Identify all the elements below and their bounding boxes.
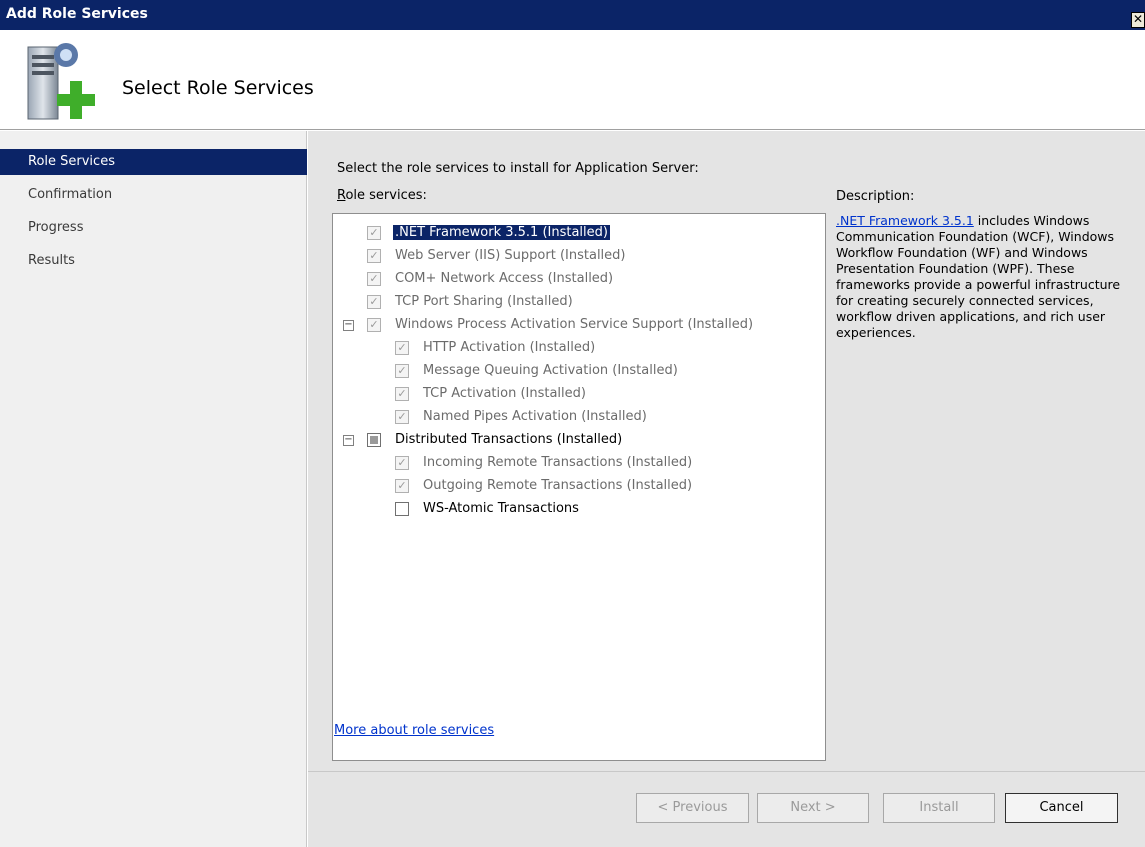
checkbox[interactable]: [395, 502, 409, 516]
next-button[interactable]: Next >: [757, 793, 869, 823]
step-label: Confirmation: [28, 187, 113, 202]
description-label: Description:: [836, 189, 915, 204]
check-icon: ✓: [369, 226, 379, 239]
step-confirmation[interactable]: Confirmation: [0, 182, 307, 208]
tree-item-label: Web Server (IIS) Support (Installed): [395, 248, 626, 263]
cancel-button[interactable]: Cancel: [1005, 793, 1118, 823]
instruction-text: Select the role services to install for …: [337, 161, 699, 176]
check-icon: ✓: [397, 456, 407, 469]
tree-item-label: COM+ Network Access (Installed): [395, 271, 614, 286]
check-icon: ✓: [369, 295, 379, 308]
check-icon: ✓: [369, 318, 379, 331]
checkbox[interactable]: ✓: [367, 226, 381, 240]
close-button[interactable]: ✕: [1131, 12, 1145, 28]
step-label: Role Services: [28, 154, 115, 169]
step-results[interactable]: Results: [0, 248, 307, 274]
check-icon: ✓: [369, 249, 379, 262]
more-about-role-services-link[interactable]: More about role services: [334, 723, 494, 738]
tree-item-label: TCP Activation (Installed): [423, 386, 586, 401]
step-label: Results: [28, 253, 75, 268]
close-icon: ✕: [1132, 12, 1144, 26]
label-rest: ole services:: [345, 188, 427, 203]
collapse-icon[interactable]: −: [343, 435, 354, 446]
install-button[interactable]: Install: [883, 793, 995, 823]
description-body: includes Windows Communication Foundatio…: [836, 213, 1121, 340]
checkbox[interactable]: ✓: [395, 387, 409, 401]
tree-item-label: Message Queuing Activation (Installed): [423, 363, 678, 378]
description-link[interactable]: .NET Framework 3.5.1: [836, 213, 974, 228]
role-services-label: Role services:: [337, 188, 427, 203]
checkbox[interactable]: ✓: [395, 410, 409, 424]
server-add-icon: [27, 43, 95, 120]
check-icon: ✓: [397, 364, 407, 377]
role-services-tree[interactable]: ✓ .NET Framework 3.5.1 (Installed) ✓ Web…: [332, 213, 826, 761]
check-icon: ✓: [397, 479, 407, 492]
tree-item-label: .NET Framework 3.5.1 (Installed): [393, 225, 610, 240]
checkbox[interactable]: ✓: [395, 456, 409, 470]
step-progress[interactable]: Progress: [0, 215, 307, 241]
page-title: Select Role Services: [122, 77, 314, 99]
checkbox[interactable]: ✓: [367, 249, 381, 263]
tree-item-label: Named Pipes Activation (Installed): [423, 409, 647, 424]
checkbox[interactable]: ✓: [395, 479, 409, 493]
checkbox[interactable]: ✓: [395, 364, 409, 378]
collapse-icon[interactable]: −: [343, 320, 354, 331]
previous-button[interactable]: < Previous: [636, 793, 749, 823]
title-bar: Add Role Services ✕: [0, 0, 1145, 30]
check-icon: ✓: [397, 410, 407, 423]
step-label: Progress: [28, 220, 84, 235]
wizard-header: Select Role Services: [0, 30, 1145, 130]
tree-item-label: TCP Port Sharing (Installed): [395, 294, 573, 309]
description-text: .NET Framework 3.5.1 includes Windows Co…: [836, 213, 1136, 341]
window-title: Add Role Services: [6, 6, 148, 22]
tree-item-label: Windows Process Activation Service Suppo…: [395, 317, 754, 332]
checkbox[interactable]: ✓: [367, 295, 381, 309]
tree-item-label: HTTP Activation (Installed): [423, 340, 596, 355]
tree-item-label: Distributed Transactions (Installed): [395, 432, 623, 447]
button-bar: < Previous Next > Install Cancel: [308, 771, 1145, 847]
check-icon: ✓: [397, 341, 407, 354]
checkbox[interactable]: ✓: [367, 318, 381, 332]
check-icon: ✓: [369, 272, 379, 285]
step-role-services[interactable]: Role Services: [0, 149, 307, 175]
main-panel: Select the role services to install for …: [308, 131, 1145, 771]
checkbox[interactable]: ✓: [395, 341, 409, 355]
wizard-steps: Role Services Confirmation Progress Resu…: [0, 131, 307, 847]
checkbox[interactable]: [367, 433, 381, 447]
check-icon: ✓: [397, 387, 407, 400]
tree-item-label: Incoming Remote Transactions (Installed): [423, 455, 693, 470]
tree-item-label: Outgoing Remote Transactions (Installed): [423, 478, 693, 493]
checkbox[interactable]: ✓: [367, 272, 381, 286]
tree-item-label: WS-Atomic Transactions: [423, 501, 579, 516]
